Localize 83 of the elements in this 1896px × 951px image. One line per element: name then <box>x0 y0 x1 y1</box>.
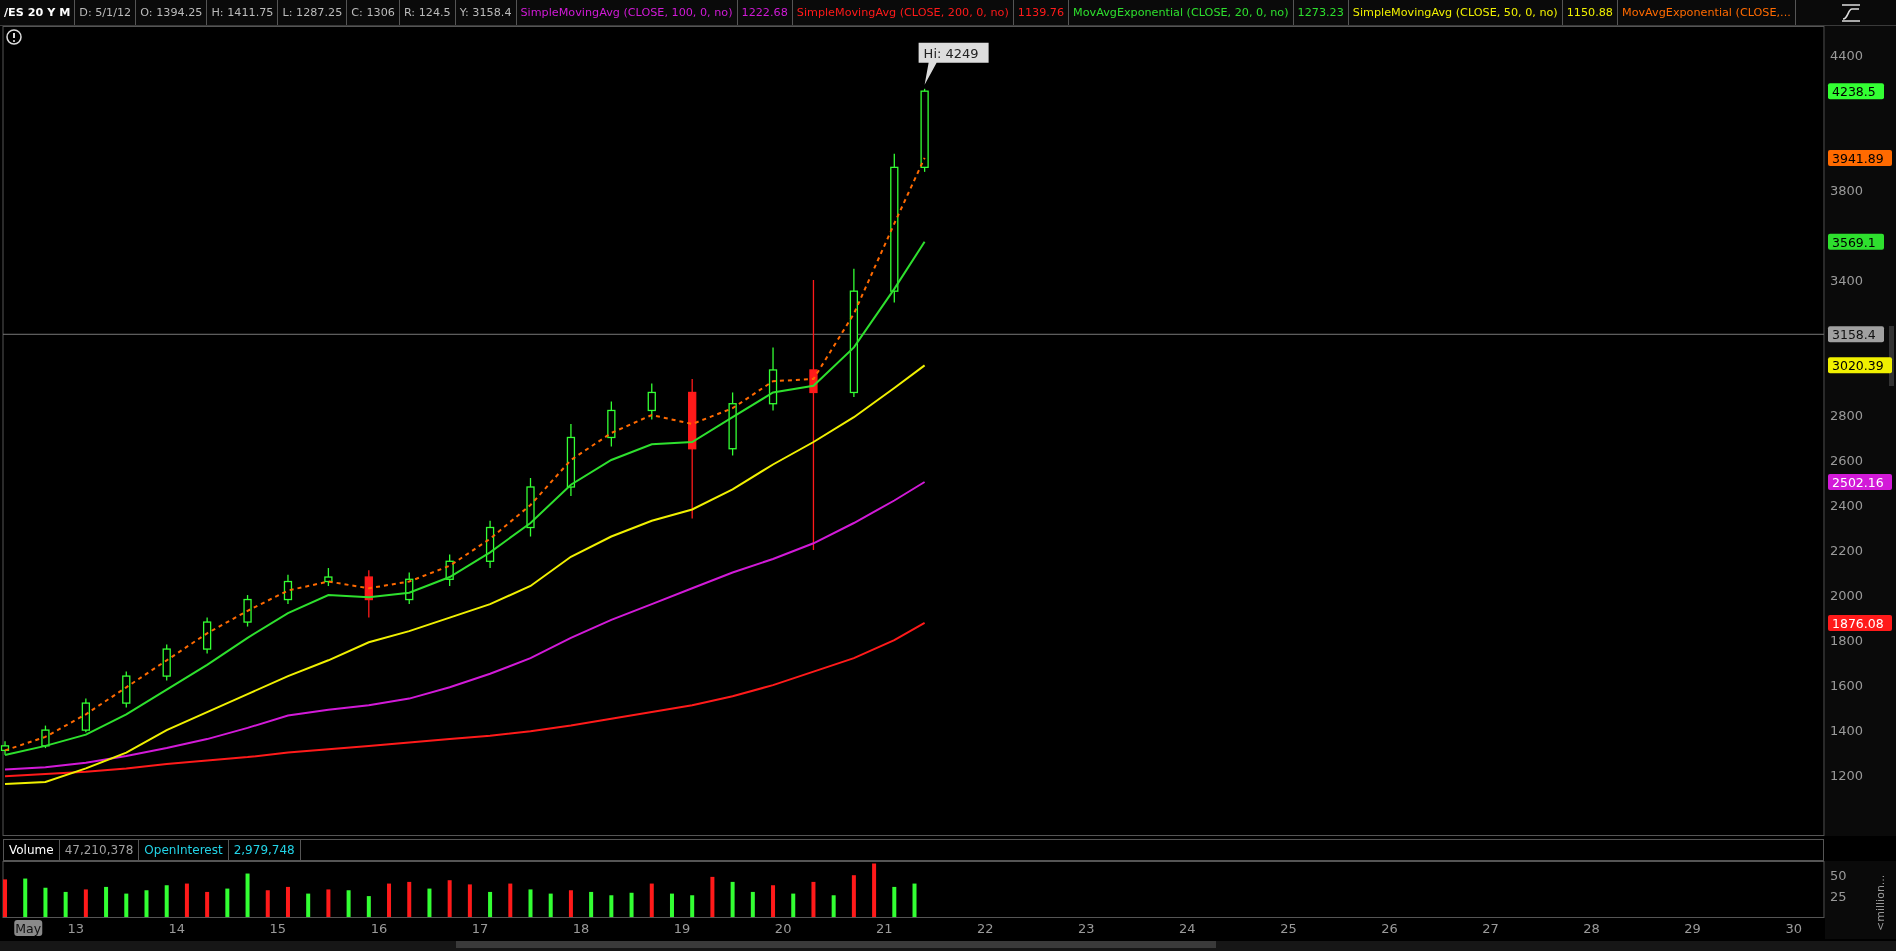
axis-tick-label: 27 <box>1482 921 1499 936</box>
study-value: 1273.23 <box>1293 0 1349 25</box>
quote-field: R: 124.5 <box>399 0 456 25</box>
price-label: 3158.4 <box>1828 326 1884 343</box>
candlestick <box>243 594 252 628</box>
quote-field: L: 1287.25 <box>278 0 348 25</box>
scrollbar-thumb[interactable] <box>456 941 1216 948</box>
axis-tick-label: 16 <box>370 921 388 936</box>
quote-field: C: 1306 <box>347 0 400 25</box>
candlestick <box>445 553 454 587</box>
axis-tick-label: 2400 <box>1830 498 1864 513</box>
study-label: MovAvgExponential (CLOSE,... <box>1618 0 1796 25</box>
chart-style-icon[interactable] <box>1840 2 1862 23</box>
axis-tick-label: 24 <box>1179 921 1196 936</box>
study-field: 47,210,378 <box>59 840 140 860</box>
price-label: 3020.39 <box>1828 357 1892 374</box>
candlestick <box>81 697 90 733</box>
candlestick <box>405 571 414 605</box>
study-field: OpenInterest <box>139 840 229 860</box>
symbol-label: /ES 20 Y M <box>0 0 76 25</box>
candlestick <box>41 724 50 749</box>
study-value: 1222.68 <box>737 0 793 25</box>
axis-tick-label: 1600 <box>1830 678 1864 694</box>
axis-tick-label: 23 <box>1078 921 1095 936</box>
quote-field: D: 5/1/12 <box>75 0 137 25</box>
quote-field: H: 1411.75 <box>207 0 279 25</box>
axis-tick-label: 3400 <box>1830 272 1864 288</box>
study-field: Volume <box>4 840 60 860</box>
ref-line-label: 3158.4 <box>1832 327 1876 343</box>
study-label: MovAvgExponential (CLOSE, 20, 0, no) <box>1069 0 1294 25</box>
axis-tick-label: 14 <box>168 921 186 936</box>
candlestick <box>122 670 131 709</box>
axis-tick-label: 29 <box>1684 921 1701 936</box>
quote-field: Y: 3158.4 <box>455 0 517 25</box>
axis-tick-label: 15 <box>269 921 287 936</box>
axis-tick-label: 26 <box>1381 921 1398 936</box>
axis-tick-label: 20 <box>774 921 792 936</box>
study-label: SimpleMovingAvg (CLOSE, 200, 0, no) <box>792 0 1014 25</box>
candlestick <box>768 346 778 412</box>
study-label: SimpleMovingAvg (CLOSE, 50, 0, no) <box>1348 0 1563 25</box>
warning-icon[interactable] <box>6 29 22 45</box>
axis-tick-label: 13 <box>67 921 85 936</box>
annotation: Hi: 4249 <box>923 45 979 61</box>
axis-tick-label: 4400 <box>1830 47 1864 63</box>
axis-tick-label: 30 <box>1785 921 1802 936</box>
study-field: 2,979,748 <box>228 840 301 860</box>
axis-tick-label: 18 <box>572 921 590 936</box>
study-value: 1150.88 <box>1562 0 1618 25</box>
axis-tick-label: 1400 <box>1830 723 1864 739</box>
axis-tick-label: 2600 <box>1830 453 1864 468</box>
high-callout: Hi: 4249 <box>918 42 989 85</box>
axis-tick-label: 1200 <box>1830 768 1864 784</box>
candlestick <box>203 616 212 655</box>
candlestick <box>324 567 333 587</box>
axis-tick-label: 17 <box>471 921 489 936</box>
price-label: 2502.16 <box>1828 474 1892 490</box>
candlestick <box>364 569 373 619</box>
axis-unit-label: <million... <box>1874 874 1887 931</box>
candlestick <box>162 643 171 682</box>
axis-tick-label: 21 <box>875 921 893 936</box>
candlestick <box>647 382 656 421</box>
axis-tick-label: 25 <box>1830 889 1847 905</box>
candlestick <box>283 574 293 605</box>
candlestick <box>728 391 737 457</box>
candlestick <box>0 740 10 756</box>
price-label: 4238.5 <box>1828 83 1884 100</box>
axis-tick-label: 22 <box>977 921 994 936</box>
candlestick <box>526 477 535 538</box>
axis-tick-label: 50 <box>1830 868 1847 884</box>
axis-tick-label: 2000 <box>1830 588 1864 604</box>
axis-tick-label: 2200 <box>1830 543 1864 559</box>
axis-tick-label: 19 <box>673 921 691 936</box>
study-value: 1139.76 <box>1013 0 1070 25</box>
axis-tick-label: 1800 <box>1830 633 1864 649</box>
axis-tick-label: 3800 <box>1830 182 1864 198</box>
month-label: May <box>14 920 43 936</box>
candlestick <box>485 520 495 569</box>
quote-field: O: 1394.25 <box>136 0 208 25</box>
candlestick <box>607 400 616 448</box>
axis-tick-label: 28 <box>1583 921 1600 936</box>
study-label: SimpleMovingAvg (CLOSE, 100, 0, no) <box>516 0 738 25</box>
axis-tick-label: 25 <box>1280 921 1297 936</box>
axis-tick-label: 2800 <box>1830 407 1864 423</box>
